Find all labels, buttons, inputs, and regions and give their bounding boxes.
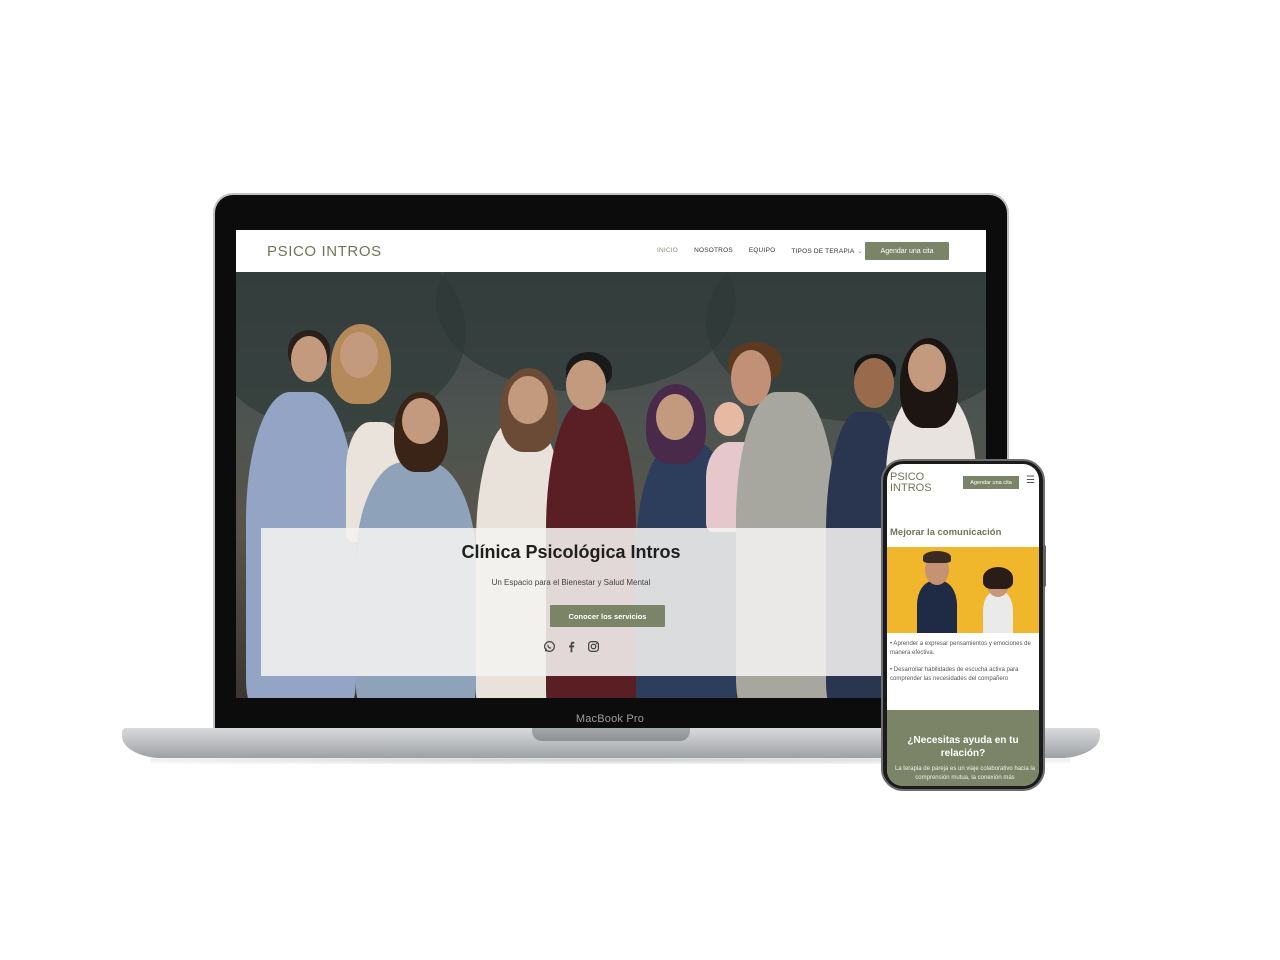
- laptop-notch: [532, 728, 690, 741]
- laptop-model-label: MacBook Pro: [575, 713, 645, 725]
- woman-figure: [983, 591, 1013, 633]
- couple-image: [887, 547, 1039, 633]
- person-head: [714, 402, 744, 436]
- person-head: [291, 336, 327, 382]
- chevron-down-icon: ⌄: [857, 248, 864, 255]
- person-head: [402, 398, 440, 444]
- person-head: [566, 360, 606, 410]
- social-links: [261, 640, 881, 653]
- person-head: [908, 344, 946, 392]
- person-head: [731, 350, 771, 406]
- hamburger-icon[interactable]: ☰: [1026, 476, 1035, 486]
- mobile-section-heading: Mejorar la comunicación: [890, 527, 1002, 538]
- hero-overlay-panel: Clínica Psicológica Intros Un Espacio pa…: [261, 528, 881, 676]
- person-head: [656, 394, 694, 440]
- facebook-icon[interactable]: [565, 640, 578, 653]
- nav-item-inicio[interactable]: INICIO: [657, 247, 678, 255]
- nav-item-label: TIPOS DE TERAPIA: [791, 248, 855, 255]
- hero-section: Clínica Psicológica Intros Un Espacio pa…: [236, 272, 986, 698]
- man-figure: [917, 581, 957, 633]
- instagram-icon[interactable]: [587, 640, 600, 653]
- site-header: PSICO INTROS INICIO NOSOTROS EQUIPO TIPO…: [236, 230, 986, 272]
- mobile-bullet-2: • Desarrollar habilidades de escucha act…: [890, 667, 1019, 682]
- man-hair: [923, 551, 951, 563]
- nav-item-tipos-de-terapia[interactable]: TIPOS DE TERAPIA ⌄: [791, 247, 863, 255]
- site-logo[interactable]: PSICO INTROS: [267, 243, 382, 260]
- mobile-band-heading: ¿Necesitas ayuda en tu relación?: [907, 735, 1019, 759]
- laptop-screen: PSICO INTROS INICIO NOSOTROS EQUIPO TIPO…: [236, 230, 986, 698]
- book-appointment-button[interactable]: Agendar una cita: [865, 242, 949, 260]
- main-nav: INICIO NOSOTROS EQUIPO TIPOS DE TERAPIA ⌄: [657, 247, 863, 255]
- mobile-bullet-1: • Aprender a expresar pensamientos y emo…: [890, 641, 1031, 656]
- whatsapp-icon[interactable]: [543, 640, 556, 653]
- mobile-band-text: La terapia de pareja es un viaje colabor…: [894, 766, 1036, 781]
- mobile-help-band: ¿Necesitas ayuda en tu relación? La tera…: [887, 710, 1039, 786]
- phone-side-button: [1043, 545, 1046, 587]
- hero-title: Clínica Psicológica Intros: [461, 542, 681, 562]
- services-button[interactable]: Conocer los servicios: [550, 605, 665, 627]
- phone-screen: PSICO INTROS Agendar una cita ☰ Mejorar …: [887, 464, 1039, 786]
- woman-hair: [983, 567, 1013, 589]
- hero-subtitle: Un Espacio para el Bienestar y Salud Men…: [491, 578, 651, 587]
- person-head: [854, 358, 894, 408]
- nav-item-nosotros[interactable]: NOSOTROS: [694, 247, 733, 255]
- mobile-site-logo[interactable]: PSICO INTROS: [890, 472, 950, 494]
- nav-item-equipo[interactable]: EQUIPO: [749, 247, 775, 255]
- person-head: [508, 376, 548, 424]
- device-mockup: MacBook Pro PSICO INTROS INICIO NOSOTROS…: [0, 0, 1280, 960]
- person-head: [340, 332, 378, 378]
- mobile-book-appointment-button[interactable]: Agendar una cita: [963, 476, 1019, 489]
